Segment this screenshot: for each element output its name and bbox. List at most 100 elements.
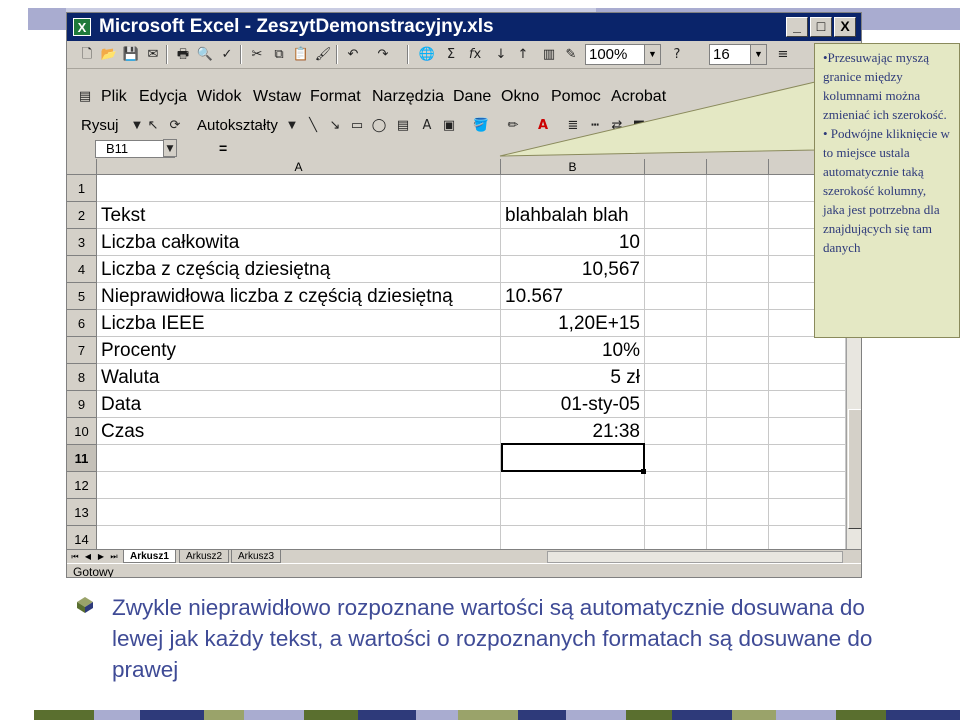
email-icon[interactable]: ✉: [143, 45, 163, 64]
fill-color-icon[interactable]: 🪣: [471, 116, 491, 135]
row-header[interactable]: 9: [67, 391, 97, 418]
menu-acrobat[interactable]: Acrobat: [611, 88, 666, 106]
cell-b[interactable]: 10%: [501, 337, 645, 364]
cell-a[interactable]: [97, 526, 501, 549]
cell-a[interactable]: [97, 472, 501, 499]
arrow-icon[interactable]: ↘: [325, 116, 345, 135]
cell-b[interactable]: 21:38: [501, 418, 645, 445]
empty-cell[interactable]: [707, 526, 769, 549]
redo-icon[interactable]: ↷: [373, 45, 393, 64]
cut-icon[interactable]: ✂: [247, 45, 267, 64]
empty-cell[interactable]: [769, 526, 846, 549]
print-preview-icon[interactable]: 🔍: [195, 45, 215, 64]
empty-cell[interactable]: [769, 499, 846, 526]
row-header[interactable]: 10: [67, 418, 97, 445]
cell-a[interactable]: [97, 499, 501, 526]
chart-wizard-icon[interactable]: ▥: [539, 45, 559, 64]
sheet-tab-arkusz1[interactable]: Arkusz1: [123, 550, 176, 563]
cell-a[interactable]: Procenty: [97, 337, 501, 364]
cell-a[interactable]: Liczba z częścią dziesiętną: [97, 256, 501, 283]
row-header[interactable]: 8: [67, 364, 97, 391]
function-icon[interactable]: fx: [465, 45, 485, 64]
empty-cell[interactable]: [769, 391, 846, 418]
autosum-icon[interactable]: Σ: [441, 45, 461, 64]
help-icon[interactable]: ?: [667, 45, 687, 64]
cell-b[interactable]: 1,20E+15: [501, 310, 645, 337]
empty-cell[interactable]: [645, 310, 707, 337]
close-button[interactable]: X: [834, 17, 856, 37]
menu-narzedzia[interactable]: Narzędzia: [372, 88, 444, 106]
empty-cell[interactable]: [645, 202, 707, 229]
sheet-tab-arkusz3[interactable]: Arkusz3: [231, 550, 282, 563]
cell-b[interactable]: 01-sty-05: [501, 391, 645, 418]
empty-cell[interactable]: [769, 364, 846, 391]
line-color-icon[interactable]: ✏: [503, 116, 523, 135]
row-header[interactable]: 11: [67, 445, 97, 472]
empty-cell[interactable]: [769, 337, 846, 364]
menu-wstaw[interactable]: Wstaw: [253, 88, 301, 106]
column-header-b[interactable]: B: [501, 159, 645, 175]
menu-dane[interactable]: Dane: [453, 88, 491, 106]
cell-b[interactable]: [501, 526, 645, 549]
menu-okno[interactable]: Okno: [501, 88, 539, 106]
arrow-style-icon[interactable]: ⇄: [607, 116, 627, 135]
font-size-select[interactable]: 16 ▼: [709, 44, 767, 65]
textbox-icon[interactable]: ▤: [393, 116, 413, 135]
sort-ascending-icon[interactable]: ↓: [491, 45, 511, 64]
first-sheet-icon[interactable]: ⏮: [69, 551, 81, 562]
paste-icon[interactable]: 📋: [291, 45, 311, 64]
empty-cell[interactable]: [707, 499, 769, 526]
select-objects-icon[interactable]: ↖: [143, 116, 163, 135]
excel-app-icon[interactable]: X: [73, 18, 91, 36]
sheet-tab-arkusz2[interactable]: Arkusz2: [179, 550, 230, 563]
column-header[interactable]: [707, 159, 769, 175]
cell-a[interactable]: Liczba całkowita: [97, 229, 501, 256]
rectangle-icon[interactable]: ▭: [347, 116, 367, 135]
cell-a[interactable]: Data: [97, 391, 501, 418]
cell-b[interactable]: [501, 175, 645, 202]
vertical-scroll-thumb[interactable]: [848, 409, 861, 529]
empty-cell[interactable]: [645, 445, 707, 472]
font-color-icon[interactable]: A: [533, 116, 553, 135]
empty-cell[interactable]: [707, 472, 769, 499]
row-header[interactable]: 3: [67, 229, 97, 256]
clipart-icon[interactable]: ▣: [439, 116, 459, 135]
chevron-down-icon[interactable]: ▼: [163, 139, 177, 157]
cell-b[interactable]: [501, 499, 645, 526]
drawing-icon[interactable]: ✎: [561, 45, 581, 64]
menu-widok[interactable]: Widok: [197, 88, 241, 106]
sort-descending-icon[interactable]: ↑: [513, 45, 533, 64]
empty-cell[interactable]: [707, 202, 769, 229]
zoom-select[interactable]: 100% ▼: [585, 44, 661, 65]
empty-cell[interactable]: [707, 364, 769, 391]
workbook-icon[interactable]: ▤: [75, 87, 95, 106]
cell-b[interactable]: 10: [501, 229, 645, 256]
row-header[interactable]: 1: [67, 175, 97, 202]
empty-cell[interactable]: [645, 364, 707, 391]
empty-cell[interactable]: [707, 445, 769, 472]
empty-cell[interactable]: [645, 175, 707, 202]
new-icon[interactable]: 🗋: [77, 45, 97, 64]
cell-a[interactable]: [97, 445, 501, 472]
empty-cell[interactable]: [707, 310, 769, 337]
shadow-icon[interactable]: ■: [629, 116, 649, 135]
select-all-corner[interactable]: [67, 159, 97, 175]
cell-a[interactable]: Nieprawidłowa liczba z częścią dziesiętn…: [97, 283, 501, 310]
fill-handle[interactable]: [641, 469, 646, 474]
wordart-icon[interactable]: A: [417, 116, 437, 135]
empty-cell[interactable]: [645, 391, 707, 418]
row-header[interactable]: 7: [67, 337, 97, 364]
chevron-down-icon[interactable]: ▼: [750, 45, 766, 64]
open-icon[interactable]: 📂: [99, 45, 119, 64]
menu-format[interactable]: Format: [310, 88, 361, 106]
empty-cell[interactable]: [769, 472, 846, 499]
line-icon[interactable]: ╲: [303, 116, 323, 135]
undo-icon[interactable]: ↶: [343, 45, 363, 64]
empty-cell[interactable]: [707, 391, 769, 418]
line-style-icon[interactable]: ≣: [563, 116, 583, 135]
empty-cell[interactable]: [707, 256, 769, 283]
cell-a[interactable]: [97, 175, 501, 202]
empty-cell[interactable]: [769, 418, 846, 445]
copy-icon[interactable]: ⧉: [269, 45, 289, 64]
row-header[interactable]: 14: [67, 526, 97, 549]
